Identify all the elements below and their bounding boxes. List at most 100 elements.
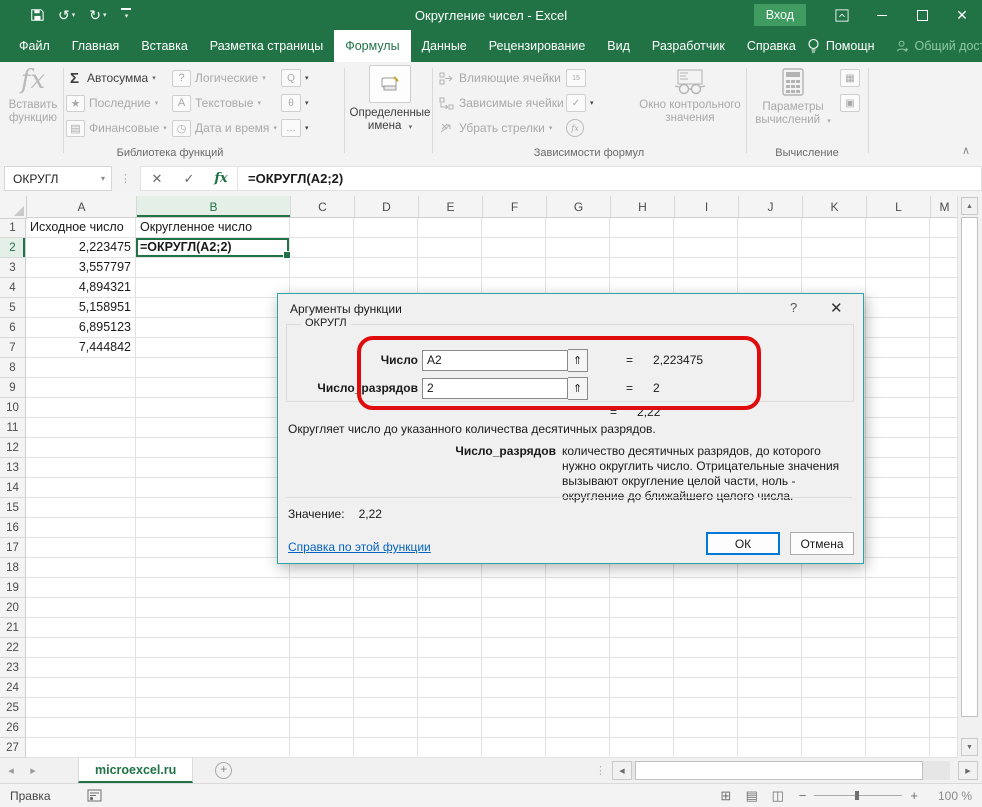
cell-L17[interactable]: [866, 538, 930, 558]
cell-M25[interactable]: [930, 698, 958, 718]
cell-H24[interactable]: [610, 678, 674, 698]
row-header-19[interactable]: 19: [0, 578, 26, 598]
page-layout-view-button[interactable]: ▤: [739, 788, 765, 804]
cell-D23[interactable]: [354, 658, 418, 678]
cell-A1[interactable]: Исходное число: [26, 218, 136, 238]
sheet-prev-button[interactable]: ◂: [0, 764, 22, 777]
cell-L11[interactable]: [866, 418, 930, 438]
zoom-level[interactable]: 100 %: [938, 789, 972, 803]
cell-D22[interactable]: [354, 638, 418, 658]
select-all-corner[interactable]: [0, 196, 27, 219]
cell-C19[interactable]: [290, 578, 354, 598]
cell-B14[interactable]: [136, 478, 290, 498]
cell-M13[interactable]: [930, 458, 958, 478]
cell-M1[interactable]: [930, 218, 958, 238]
cell-A13[interactable]: [26, 458, 136, 478]
save-button[interactable]: [30, 8, 44, 22]
row-header-24[interactable]: 24: [0, 678, 26, 698]
cell-F3[interactable]: [482, 258, 546, 278]
cell-H23[interactable]: [610, 658, 674, 678]
customize-quick-access-button[interactable]: ▾: [120, 8, 131, 20]
cell-C20[interactable]: [290, 598, 354, 618]
cell-K24[interactable]: [802, 678, 866, 698]
cell-L27[interactable]: [866, 738, 930, 758]
macro-record-button[interactable]: [87, 789, 102, 802]
cell-B13[interactable]: [136, 458, 290, 478]
financial-functions-button[interactable]: ▤ Финансовые ▾: [66, 117, 167, 139]
tab-Файл[interactable]: Файл: [8, 30, 61, 62]
cell-E22[interactable]: [418, 638, 482, 658]
cell-B6[interactable]: [136, 318, 290, 338]
cell-D25[interactable]: [354, 698, 418, 718]
cell-D24[interactable]: [354, 678, 418, 698]
cell-A4[interactable]: 4,894321: [26, 278, 136, 298]
cell-L7[interactable]: [866, 338, 930, 358]
collapse-dialog-button[interactable]: ⇑: [568, 348, 588, 372]
row-header-18[interactable]: 18: [0, 558, 26, 578]
show-formulas-button[interactable]: 15: [566, 67, 594, 89]
cell-M6[interactable]: [930, 318, 958, 338]
cell-L19[interactable]: [866, 578, 930, 598]
cell-M9[interactable]: [930, 378, 958, 398]
cell-G27[interactable]: [546, 738, 610, 758]
cell-B17[interactable]: [136, 538, 290, 558]
tab-Вид[interactable]: Вид: [596, 30, 641, 62]
cell-F22[interactable]: [482, 638, 546, 658]
cell-B27[interactable]: [136, 738, 290, 758]
cancel-entry-button[interactable]: ✕: [141, 171, 173, 187]
cell-B3[interactable]: [136, 258, 290, 278]
new-sheet-button[interactable]: +: [215, 762, 233, 779]
cell-K26[interactable]: [802, 718, 866, 738]
cell-A16[interactable]: [26, 518, 136, 538]
cell-G3[interactable]: [546, 258, 610, 278]
cell-B21[interactable]: [136, 618, 290, 638]
cell-B9[interactable]: [136, 378, 290, 398]
column-header-F[interactable]: F: [483, 196, 547, 218]
cell-M15[interactable]: [930, 498, 958, 518]
cell-C2[interactable]: [290, 238, 354, 258]
calculate-sheet-button[interactable]: ▣: [840, 92, 860, 114]
watch-window-button[interactable]: Окно контрольного значения: [638, 65, 742, 153]
cell-H3[interactable]: [610, 258, 674, 278]
cell-B23[interactable]: [136, 658, 290, 678]
cell-K22[interactable]: [802, 638, 866, 658]
cell-L23[interactable]: [866, 658, 930, 678]
cell-M20[interactable]: [930, 598, 958, 618]
cell-F26[interactable]: [482, 718, 546, 738]
cell-C27[interactable]: [290, 738, 354, 758]
row-header-14[interactable]: 14: [0, 478, 26, 498]
cell-C25[interactable]: [290, 698, 354, 718]
cell-A19[interactable]: [26, 578, 136, 598]
cell-I2[interactable]: [674, 238, 738, 258]
more-functions-button[interactable]: … ▾: [281, 117, 309, 139]
cell-D1[interactable]: [354, 218, 418, 238]
cell-E25[interactable]: [418, 698, 482, 718]
cell-C23[interactable]: [290, 658, 354, 678]
cell-G19[interactable]: [546, 578, 610, 598]
cell-G1[interactable]: [546, 218, 610, 238]
row-header-25[interactable]: 25: [0, 698, 26, 718]
column-header-A[interactable]: A: [27, 196, 137, 218]
cell-A20[interactable]: [26, 598, 136, 618]
cell-A15[interactable]: [26, 498, 136, 518]
row-header-23[interactable]: 23: [0, 658, 26, 678]
cell-L12[interactable]: [866, 438, 930, 458]
cell-G23[interactable]: [546, 658, 610, 678]
cell-J26[interactable]: [738, 718, 802, 738]
cell-M27[interactable]: [930, 738, 958, 758]
cell-J2[interactable]: [738, 238, 802, 258]
function-help-link[interactable]: Справка по этой функции: [288, 540, 431, 554]
close-button[interactable]: ✕: [942, 0, 982, 30]
column-header-B[interactable]: B: [137, 196, 291, 218]
cell-I22[interactable]: [674, 638, 738, 658]
cell-G22[interactable]: [546, 638, 610, 658]
cell-B7[interactable]: [136, 338, 290, 358]
minimize-button[interactable]: [862, 0, 902, 30]
cell-I1[interactable]: [674, 218, 738, 238]
cell-E24[interactable]: [418, 678, 482, 698]
insert-function-fx-button[interactable]: fx: [205, 171, 237, 186]
math-functions-button[interactable]: θ ▾: [281, 92, 309, 114]
cell-F21[interactable]: [482, 618, 546, 638]
row-header-9[interactable]: 9: [0, 378, 26, 398]
tab-Главная[interactable]: Главная: [61, 30, 131, 62]
